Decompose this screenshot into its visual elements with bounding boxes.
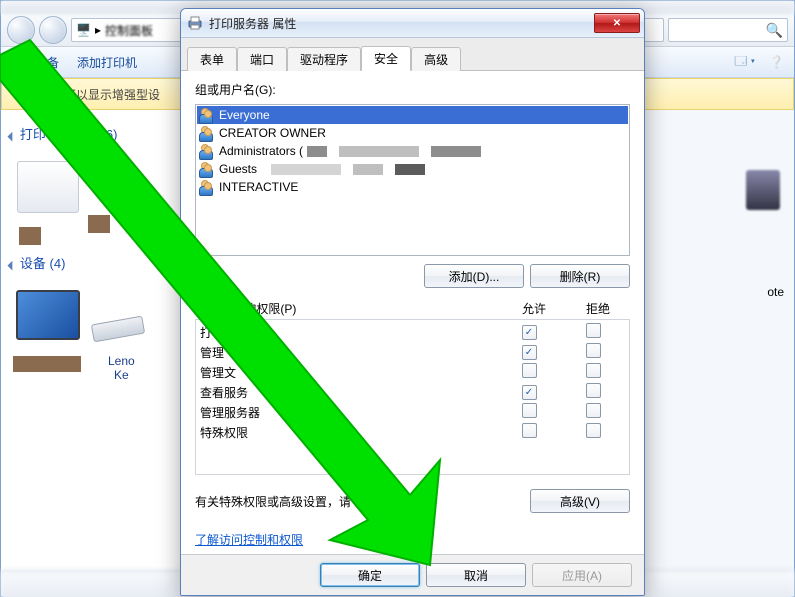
perm-allow-checkbox[interactable]: ✓ xyxy=(522,325,537,340)
users-icon xyxy=(199,143,215,159)
perm-allow-checkbox[interactable]: ✓ xyxy=(522,345,537,360)
perm-allow-checkbox[interactable] xyxy=(522,363,537,378)
perm-deny-header: 拒绝 xyxy=(566,300,630,317)
tab-forms[interactable]: 表单 xyxy=(187,47,237,71)
perm-row-print: 打 ✓ xyxy=(196,322,629,342)
cancel-button[interactable]: 取消 xyxy=(426,563,526,587)
learn-access-control-link[interactable]: 了解访问控制和权限 xyxy=(195,533,303,547)
add-button[interactable]: 添加(D)... xyxy=(424,264,524,288)
nav-back-button[interactable] xyxy=(7,16,35,44)
search-icon: 🔍 xyxy=(766,22,783,39)
search-input[interactable]: 🔍 xyxy=(668,18,788,42)
permissions-table[interactable]: 打 ✓ 管理机 ✓ 管理文 查看服务 ✓ xyxy=(195,319,630,475)
perm-row-view-server: 查看服务 ✓ xyxy=(196,382,629,402)
device-keyboard-item[interactable]: Leno Ke xyxy=(88,286,154,352)
perm-allow-checkbox[interactable] xyxy=(522,423,537,438)
printer-icon xyxy=(187,15,203,31)
users-icon xyxy=(199,125,215,141)
users-icon xyxy=(199,107,215,123)
group-name: CREATOR OWNER xyxy=(219,126,326,140)
main-content: 打印机和传真 (6) 设备 (4) Leno xyxy=(1,110,184,570)
perm-row-manage-docs: 管理文 xyxy=(196,362,629,382)
category-printers[interactable]: 打印机和传真 (6) xyxy=(9,124,183,143)
device-monitor-item[interactable] xyxy=(15,286,81,352)
group-row-administrators[interactable]: Administrators ( xyxy=(197,142,628,160)
users-icon xyxy=(199,161,215,177)
perm-row-manage-printers: 管理机 ✓ xyxy=(196,342,629,362)
perm-deny-checkbox[interactable] xyxy=(586,423,601,438)
advanced-hint: 有关特殊权限或高级设置，请级”。 xyxy=(195,493,522,510)
breadcrumb-segment[interactable]: 控制面板 xyxy=(105,22,153,39)
perm-row-special: 特殊权限 xyxy=(196,422,629,442)
tab-ports[interactable]: 端口 xyxy=(237,47,287,71)
category-devices[interactable]: 设备 (4) xyxy=(9,253,183,272)
print-server-properties-dialog: 打印服务器 属性 ✕ 表单 端口 驱动程序 安全 高级 组或用户名(G): Ev… xyxy=(180,8,645,596)
perm-deny-checkbox[interactable] xyxy=(586,323,601,338)
cmd-add-device[interactable]: 添加设备 xyxy=(11,54,59,71)
device-label: Leno xyxy=(88,354,154,368)
help-icon[interactable]: ❔ xyxy=(769,55,784,69)
group-row-guests[interactable]: Guests xyxy=(197,160,628,178)
perm-deny-checkbox[interactable] xyxy=(586,343,601,358)
device-label-2: Ke xyxy=(88,368,154,382)
item-label-ote: ote xyxy=(767,285,784,299)
group-name: Administrators ( xyxy=(219,144,303,158)
groups-listbox[interactable]: Everyone CREATOR OWNER Administrators ( … xyxy=(195,104,630,256)
group-name: Guests xyxy=(219,162,257,176)
perm-row-manage-server: 管理服务器 xyxy=(196,402,629,422)
dialog-titlebar: 打印服务器 属性 ✕ xyxy=(181,9,644,38)
dialog-tabs: 表单 端口 驱动程序 安全 高级 xyxy=(181,38,644,71)
info-banner-text: Windows 可以显示增强型设 xyxy=(12,86,160,103)
permissions-for-label: Eone 的权限(P) xyxy=(195,300,502,317)
apply-button[interactable]: 应用(A) xyxy=(532,563,632,587)
group-row-everyone[interactable]: Everyone xyxy=(197,106,628,124)
perm-allow-checkbox[interactable] xyxy=(522,403,537,418)
printer-item[interactable] xyxy=(88,157,154,223)
printer-item[interactable] xyxy=(15,157,81,223)
perm-allow-checkbox[interactable]: ✓ xyxy=(522,385,537,400)
nav-forward-button[interactable] xyxy=(39,16,67,44)
users-icon xyxy=(199,179,215,195)
perm-allow-header: 允许 xyxy=(502,300,566,317)
group-name: Everyone xyxy=(219,108,270,122)
tab-drivers[interactable]: 驱动程序 xyxy=(287,47,361,71)
security-tab-panel: 组或用户名(G): Everyone CREATOR OWNER Adminis… xyxy=(181,71,644,554)
remove-button[interactable]: 删除(R) xyxy=(530,264,630,288)
tab-advanced[interactable]: 高级 xyxy=(411,47,461,71)
close-button[interactable]: ✕ xyxy=(594,13,640,33)
control-panel-icon: 🖥️ xyxy=(76,23,91,37)
view-icon[interactable]: 🗔 ▾ xyxy=(734,52,755,73)
group-name: INTERACTIVE xyxy=(219,180,298,194)
perm-deny-checkbox[interactable] xyxy=(586,363,601,378)
dialog-title: 打印服务器 属性 xyxy=(209,15,588,32)
perm-deny-checkbox[interactable] xyxy=(586,383,601,398)
group-row-creator-owner[interactable]: CREATOR OWNER xyxy=(197,124,628,142)
perm-deny-checkbox[interactable] xyxy=(586,403,601,418)
advanced-button[interactable]: 高级(V) xyxy=(530,489,630,513)
cmd-add-printer[interactable]: 添加打印机 xyxy=(77,54,137,71)
dialog-footer: 确定 取消 应用(A) xyxy=(181,554,644,595)
tab-security[interactable]: 安全 xyxy=(361,46,411,71)
groups-label: 组或用户名(G): xyxy=(195,81,630,98)
ok-button[interactable]: 确定 xyxy=(320,563,420,587)
group-row-interactive[interactable]: INTERACTIVE xyxy=(197,178,628,196)
